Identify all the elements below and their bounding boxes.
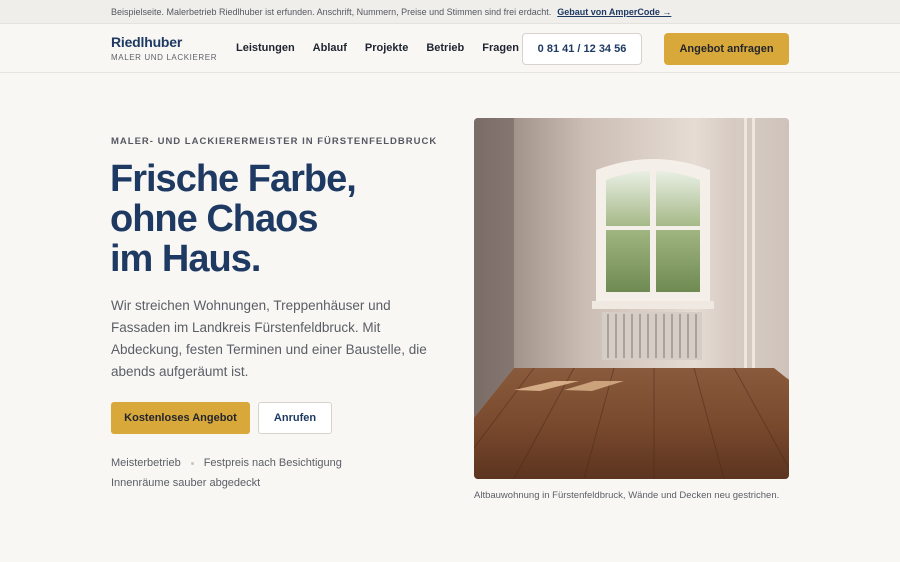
headline-line-1: Frische Farbe, xyxy=(110,158,357,200)
hero-lead-text: Wir streichen Wohnungen, Treppenhäuser u… xyxy=(111,298,427,379)
demo-notice-text: Beispielseite. Malerbetrieb Riedlhuber i… xyxy=(111,6,552,17)
badge-meisterbetrieb: Meisterbetrieb xyxy=(111,457,181,469)
nav-link-fragen[interactable]: Fragen xyxy=(482,42,519,54)
hero-photo xyxy=(474,118,789,479)
nav-link-projekte[interactable]: Projekte xyxy=(365,42,408,54)
ampercode-link[interactable]: Gebaut von AmperCode → xyxy=(557,7,671,17)
brand-logo[interactable]: Riedlhuber MALER UND LACKIERER xyxy=(111,34,236,62)
call-button[interactable]: Anrufen xyxy=(258,402,332,434)
badge-festpreis: Festpreis nach Besichtigung xyxy=(203,457,342,469)
brand-name: Riedlhuber xyxy=(111,34,183,50)
badge-sauber: Innenräume sauber abgedeckt xyxy=(111,477,261,489)
headline-line-2: ohne Chaos xyxy=(110,198,318,240)
hero-headline: Frische Farbe, ohne Chaos im Haus. xyxy=(110,159,440,279)
nav-link-betrieb[interactable]: Betrieb xyxy=(426,42,464,54)
main-nav: Leistungen Ablauf Projekte Betrieb Frage… xyxy=(236,42,519,54)
room-photo-illustration xyxy=(474,118,789,479)
trust-badges: Meisterbetrieb Festpreis nach Besichtigun… xyxy=(111,453,361,493)
headline-line-3: im Haus. xyxy=(110,238,261,280)
nav-link-ablauf[interactable]: Ablauf xyxy=(313,42,347,54)
hero-section: MALER- UND LACKIERERMEISTER IN FÜRSTENFE… xyxy=(0,73,900,561)
demo-notice-bar: Beispielseite. Malerbetrieb Riedlhuber i… xyxy=(0,0,900,24)
separator-dot xyxy=(190,461,194,465)
hero-eyebrow: MALER- UND LACKIERERMEISTER IN FÜRSTENFE… xyxy=(111,136,438,147)
site-header: Riedlhuber MALER UND LACKIERER Leistunge… xyxy=(0,24,900,73)
request-quote-button[interactable]: Angebot anfragen xyxy=(664,33,789,65)
photo-caption: Altbauwohnung in Fürstenfeldbruck, Wände… xyxy=(474,490,780,501)
free-quote-button[interactable]: Kostenloses Angebot xyxy=(111,402,250,434)
brand-tagline: MALER UND LACKIERER xyxy=(111,53,218,62)
phone-button[interactable]: 0 81 41 / 12 34 56 xyxy=(522,33,642,65)
nav-link-leistungen[interactable]: Leistungen xyxy=(236,42,295,54)
